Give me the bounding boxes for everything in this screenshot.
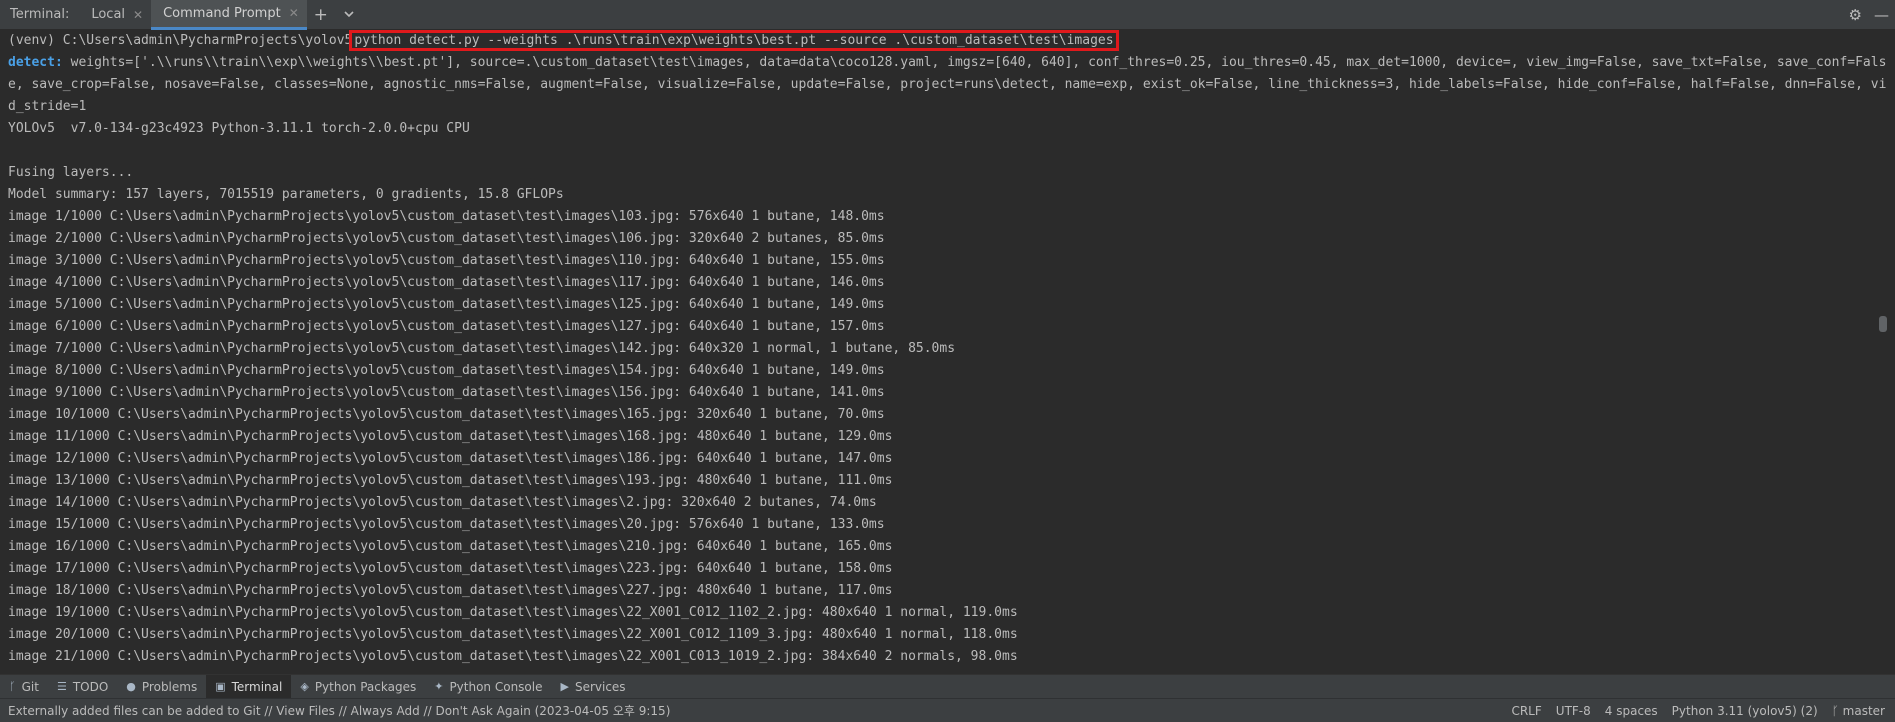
list-icon: ☰ — [56, 680, 67, 693]
status-message[interactable]: Externally added files can be added to G… — [0, 702, 1511, 719]
tab-bar-actions: ⚙ — — [1849, 0, 1889, 30]
services-icon: ▶ — [560, 680, 569, 693]
git-branch-label: master — [1842, 703, 1885, 718]
terminal-label: Terminal: — [10, 7, 70, 22]
tool-python-console[interactable]: ✦ Python Console — [425, 675, 551, 699]
inference-output-list: image 1/1000 C:\Users\admin\PycharmProje… — [8, 206, 1887, 668]
inference-output-line: image 7/1000 C:\Users\admin\PycharmProje… — [8, 341, 956, 356]
inference-output-line: image 11/1000 C:\Users\admin\PycharmProj… — [8, 429, 893, 444]
tab-command-prompt-label: Command Prompt — [163, 5, 281, 21]
tool-window-bar: ᚴ Git ☰ TODO ● Problems ▣ Terminal ◈ Python P… — [0, 674, 1895, 699]
git-branch-icon: ᚴ — [1831, 703, 1843, 718]
inference-output-line: image 12/1000 C:\Users\admin\PycharmProj… — [8, 451, 893, 466]
terminal-output[interactable]: (venv) C:\Users\admin\PycharmProjects\yo… — [0, 30, 1895, 674]
detect-label: detect: — [8, 55, 63, 70]
python-icon: ✦ — [434, 680, 444, 693]
git-branch-icon: ᚴ — [9, 680, 16, 693]
inference-output-line: image 17/1000 C:\Users\admin\PycharmProj… — [8, 561, 893, 576]
tool-services-label: Services — [574, 679, 626, 694]
tab-local[interactable]: Local ✕ — [79, 0, 151, 30]
line-separator-widget[interactable]: CRLF — [1511, 704, 1541, 718]
inference-output-line: image 21/1000 C:\Users\admin\PycharmProj… — [8, 649, 1018, 664]
interpreter-widget[interactable]: Python 3.11 (yolov5) (2) — [1672, 704, 1818, 718]
problems-icon: ● — [126, 680, 136, 693]
inference-output-line: image 3/1000 C:\Users\admin\PycharmProje… — [8, 253, 885, 268]
tool-terminal[interactable]: ▣ Terminal — [206, 674, 292, 699]
tool-problems[interactable]: ● Problems — [117, 675, 206, 699]
layers-icon: ◈ — [300, 680, 309, 693]
inference-output-line: image 16/1000 C:\Users\admin\PycharmProj… — [8, 539, 893, 554]
terminal-tab-bar: Terminal: Local ✕ Command Prompt ✕ + ⚙ — — [0, 0, 1895, 30]
close-icon[interactable]: ✕ — [289, 6, 299, 20]
chevron-down-icon[interactable] — [335, 5, 363, 25]
fusing-line: Fusing layers... — [8, 165, 134, 180]
tool-git[interactable]: ᚴ Git — [0, 675, 48, 699]
inference-output-line: image 4/1000 C:\Users\admin\PycharmProje… — [8, 275, 885, 290]
version-line: YOLOv5 v7.0-134-g23c4923 Python-3.11.1 t… — [8, 121, 470, 136]
inference-output-line: image 5/1000 C:\Users\admin\PycharmProje… — [8, 297, 885, 312]
model-summary-line: Model summary: 157 layers, 7015519 param… — [8, 187, 564, 202]
tool-todo-label: TODO — [72, 679, 109, 694]
close-icon[interactable]: ✕ — [133, 8, 143, 22]
detect-args: weights=['.\\runs\\train\\exp\\weights\\… — [8, 55, 1887, 114]
inference-output-line: image 2/1000 C:\Users\admin\PycharmProje… — [8, 231, 885, 246]
inference-output-line: image 6/1000 C:\Users\admin\PycharmProje… — [8, 319, 885, 334]
inference-output-line: image 10/1000 C:\Users\admin\PycharmProj… — [8, 407, 885, 422]
prompt-path: (venv) C:\Users\admin\PycharmProjects\yo… — [8, 33, 353, 48]
inference-output-line: image 20/1000 C:\Users\admin\PycharmProj… — [8, 627, 1018, 642]
indent-widget[interactable]: 4 spaces — [1605, 704, 1658, 718]
inference-output-line: image 9/1000 C:\Users\admin\PycharmProje… — [8, 385, 885, 400]
inference-output-line: image 8/1000 C:\Users\admin\PycharmProje… — [8, 363, 885, 378]
tool-python-console-label: Python Console — [449, 679, 543, 694]
gear-icon[interactable]: ⚙ — [1849, 6, 1862, 24]
status-bar: Externally added files can be added to G… — [0, 698, 1895, 722]
encoding-widget[interactable]: UTF-8 — [1556, 704, 1591, 718]
detect-args-line: detect: weights=['.\\runs\\train\\exp\\w… — [8, 52, 1887, 118]
tool-todo[interactable]: ☰ TODO — [48, 675, 117, 699]
inference-output-line: image 13/1000 C:\Users\admin\PycharmProj… — [8, 473, 893, 488]
scrollbar-thumb[interactable] — [1879, 316, 1887, 332]
tool-services[interactable]: ▶ Services — [551, 675, 634, 699]
status-widgets: CRLF UTF-8 4 spaces Python 3.11 (yolov5)… — [1511, 704, 1895, 718]
inference-output-line: image 19/1000 C:\Users\admin\PycharmProj… — [8, 605, 1018, 620]
command-line: (venv) C:\Users\admin\PycharmProjects\yo… — [8, 30, 1887, 52]
git-branch-widget[interactable]: ᚴ master — [1832, 704, 1885, 718]
add-tab-icon[interactable]: + — [307, 5, 335, 25]
tab-local-label: Local — [91, 7, 126, 22]
inference-output-line: image 18/1000 C:\Users\admin\PycharmProj… — [8, 583, 893, 598]
tool-git-label: Git — [21, 679, 39, 694]
tool-terminal-label: Terminal — [231, 679, 283, 694]
tool-python-packages-label: Python Packages — [314, 679, 417, 694]
tab-command-prompt[interactable]: Command Prompt ✕ — [151, 0, 307, 30]
inference-output-line: image 1/1000 C:\Users\admin\PycharmProje… — [8, 209, 885, 224]
tool-problems-label: Problems — [141, 679, 198, 694]
highlighted-command: python detect.py --weights .\runs\train\… — [349, 30, 1119, 51]
inference-output-line: image 14/1000 C:\Users\admin\PycharmProj… — [8, 495, 877, 510]
terminal-icon: ▣ — [215, 680, 226, 693]
inference-output-line: image 15/1000 C:\Users\admin\PycharmProj… — [8, 517, 885, 532]
minimize-icon[interactable]: — — [1874, 6, 1889, 24]
tool-python-packages[interactable]: ◈ Python Packages — [291, 675, 425, 699]
